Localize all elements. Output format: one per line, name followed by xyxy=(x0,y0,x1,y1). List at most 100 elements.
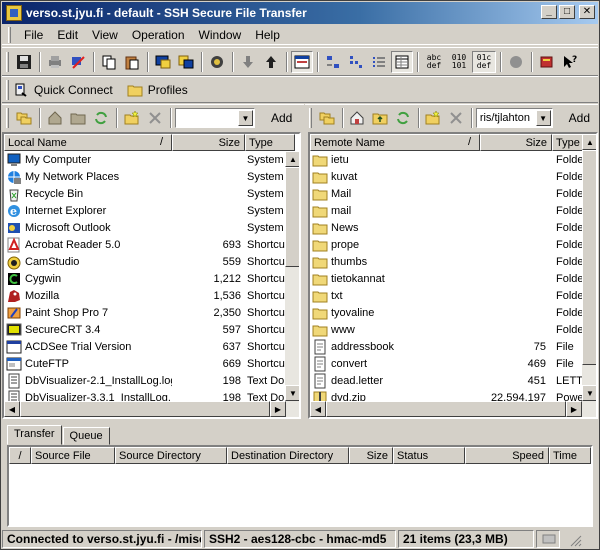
toolbar-grip[interactable] xyxy=(6,108,9,128)
scroll-up-button[interactable]: ▲ xyxy=(582,134,596,150)
view-toggle-button[interactable] xyxy=(291,50,313,73)
settings-button[interactable] xyxy=(206,51,228,73)
transfer-list[interactable]: / Source File Source Directory Destinati… xyxy=(7,445,593,527)
local-col-name[interactable]: Local Name / xyxy=(4,134,172,151)
menu-file[interactable]: File xyxy=(17,28,50,42)
toolbar-grip[interactable] xyxy=(6,79,9,100)
local-file-row[interactable]: ACDSee Trial Version 637 Shortcut xyxy=(4,338,285,355)
remote-file-row[interactable]: convert 469 File xyxy=(310,355,582,372)
menu-edit[interactable]: Edit xyxy=(50,28,85,42)
scroll-thumb[interactable] xyxy=(582,150,596,365)
toolbar-grip[interactable] xyxy=(309,108,312,128)
quick-connect-button[interactable]: Quick Connect xyxy=(13,82,113,98)
remote-home-button[interactable] xyxy=(347,107,369,129)
app-icon[interactable] xyxy=(6,5,22,21)
chevron-down-icon[interactable]: ▼ xyxy=(238,110,253,126)
local-new-folder-button[interactable] xyxy=(121,107,143,129)
remote-file-row[interactable]: Mail Folde xyxy=(310,185,582,202)
scroll-left-button[interactable]: ◀ xyxy=(310,401,326,417)
file-name-cell[interactable]: Mail xyxy=(310,185,480,202)
file-name-cell[interactable]: My Computer xyxy=(4,151,172,168)
menu-view[interactable]: View xyxy=(85,28,125,42)
remote-path-combo[interactable]: ris/tjlahton ▼ xyxy=(475,108,553,128)
transfer-col-source-file[interactable]: Source File xyxy=(31,447,115,464)
close-button[interactable]: ✕ xyxy=(579,5,595,19)
remote-add-button[interactable]: Add xyxy=(561,111,598,125)
file-name-cell[interactable]: News xyxy=(310,219,480,236)
toolbar-grip[interactable] xyxy=(6,51,9,72)
remote-horizontal-scrollbar[interactable]: ◀ ▶ xyxy=(310,401,596,417)
local-add-button[interactable]: Add xyxy=(263,111,300,125)
download-button[interactable] xyxy=(237,51,259,73)
scroll-right-button[interactable]: ▶ xyxy=(566,401,582,417)
local-file-row[interactable]: My Network Places System F xyxy=(4,168,285,185)
transfer-col-speed[interactable]: Speed xyxy=(465,447,549,464)
new-file-transfer-button[interactable] xyxy=(175,51,197,73)
file-name-cell[interactable]: ietu xyxy=(310,151,480,168)
menu-help[interactable]: Help xyxy=(248,28,287,42)
remote-file-row[interactable]: ietu Folde xyxy=(310,151,582,168)
remote-file-row[interactable]: txt Folde xyxy=(310,287,582,304)
file-name-cell[interactable]: CamStudio xyxy=(4,253,172,270)
local-file-row[interactable]: Cygwin 1,212 Shortcut xyxy=(4,270,285,287)
remote-new-window-button[interactable] xyxy=(316,107,338,129)
remote-file-row[interactable]: dead.letter 451 LETT xyxy=(310,372,582,389)
file-name-cell[interactable]: Cygwin xyxy=(4,270,172,287)
remote-col-size[interactable]: Size xyxy=(480,134,552,151)
remote-new-folder-button[interactable] xyxy=(423,107,445,129)
chevron-down-icon[interactable]: ▼ xyxy=(535,110,551,126)
file-name-cell[interactable]: DbVisualizer-2.1_InstallLog.log xyxy=(4,372,172,389)
new-terminal-button[interactable] xyxy=(152,51,174,73)
print-button[interactable] xyxy=(44,51,66,73)
pane-splitter[interactable] xyxy=(301,132,308,419)
remote-file-row[interactable]: www Folde xyxy=(310,321,582,338)
local-file-row[interactable]: DbVisualizer-2.1_InstallLog.log 198 Text D… xyxy=(4,372,285,389)
remote-file-list[interactable]: Remote Name / Size Type ietu Folde kuvat Fo… xyxy=(308,132,598,419)
file-name-cell[interactable]: txt xyxy=(310,287,480,304)
file-name-cell[interactable]: Recycle Bin xyxy=(4,185,172,202)
local-col-size[interactable]: Size xyxy=(172,134,245,151)
local-file-row[interactable]: Mozilla 1,536 Shortcut xyxy=(4,287,285,304)
transfer-col-status[interactable]: Status xyxy=(393,447,465,464)
local-file-row[interactable]: SecureCRT 3.4 597 Shortcut xyxy=(4,321,285,338)
transfer-col-size[interactable]: Size xyxy=(349,447,393,464)
local-up-folder-button[interactable] xyxy=(67,107,89,129)
scroll-up-button[interactable]: ▲ xyxy=(285,151,299,167)
file-name-cell[interactable]: www xyxy=(310,321,480,338)
local-home-button[interactable] xyxy=(44,107,66,129)
file-name-cell[interactable]: thumbs xyxy=(310,253,480,270)
list-view-button[interactable] xyxy=(368,51,390,73)
small-icons-button[interactable] xyxy=(345,51,367,73)
local-vertical-scrollbar[interactable]: ▲ ▼ xyxy=(285,151,299,401)
local-refresh-button[interactable] xyxy=(90,107,112,129)
auto-mode-button[interactable]: 01c def xyxy=(472,50,496,73)
local-file-row[interactable]: Paint Shop Pro 7 2,350 Shortcut xyxy=(4,304,285,321)
transfer-col-destination-directory[interactable]: Destination Directory xyxy=(227,447,349,464)
remote-vertical-scrollbar[interactable]: ▲ ▼ xyxy=(582,134,596,401)
local-delete-button[interactable] xyxy=(144,107,166,129)
help-topics-button[interactable] xyxy=(536,51,558,73)
scroll-down-button[interactable]: ▼ xyxy=(582,385,596,401)
resize-grip[interactable] xyxy=(562,530,592,548)
remote-file-row[interactable]: addressbook 75 File xyxy=(310,338,582,355)
remote-file-row[interactable]: kuvat Folde xyxy=(310,168,582,185)
remote-refresh-button[interactable] xyxy=(392,107,414,129)
scroll-right-button[interactable]: ▶ xyxy=(270,401,286,417)
local-col-type[interactable]: Type xyxy=(245,134,295,151)
scroll-thumb[interactable] xyxy=(326,401,566,417)
local-file-row[interactable]: e Internet Explorer System F xyxy=(4,202,285,219)
remote-file-row[interactable]: tietokannat Folde xyxy=(310,270,582,287)
ascii-mode-button[interactable]: abc def xyxy=(422,51,446,73)
file-name-cell[interactable]: convert xyxy=(310,355,480,372)
file-name-cell[interactable]: Microsoft Outlook xyxy=(4,219,172,236)
file-name-cell[interactable]: mail xyxy=(310,202,480,219)
title-bar[interactable]: verso.st.jyu.fi - default - SSH Secure F… xyxy=(2,2,598,24)
save-button[interactable] xyxy=(13,51,35,73)
local-file-row[interactable]: CamStudio 559 Shortcut xyxy=(4,253,285,270)
scroll-thumb[interactable] xyxy=(20,401,270,417)
remote-file-row[interactable]: tyovaline Folde xyxy=(310,304,582,321)
remote-col-name[interactable]: Remote Name / xyxy=(310,134,480,151)
transfer-col-time[interactable]: Time xyxy=(549,447,591,464)
file-name-cell[interactable]: prope xyxy=(310,236,480,253)
local-file-row[interactable]: CuteFTP 669 Shortcut xyxy=(4,355,285,372)
